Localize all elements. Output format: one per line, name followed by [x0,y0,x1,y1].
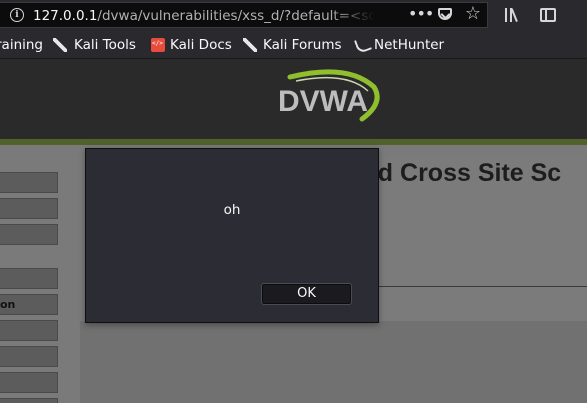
menu-item[interactable] [0,172,58,193]
bookmarks-toolbar: raining Kali Tools Kali Docs Kali Forums… [0,32,587,59]
menu-item[interactable] [0,346,58,367]
pocket-icon[interactable] [438,8,452,20]
bookmark-label: Kali Forums [263,37,342,53]
menu-item[interactable] [0,398,58,403]
lower-content [80,321,587,403]
dvwa-header: DVWA [0,59,587,139]
url-fade [330,5,375,25]
sidebar-toggle-icon[interactable] [540,8,556,22]
alert-message: oh [223,202,241,218]
dvwa-logo-text: DVWA [278,85,368,118]
bookmark-label: Kali Tools [74,37,136,53]
menu-item-partial[interactable]: on [0,294,58,315]
ok-button[interactable]: OK [261,283,352,305]
divider [378,286,587,287]
menu-item[interactable] [0,198,58,219]
left-menu: on [0,145,64,403]
menu-item[interactable] [0,268,58,289]
nethunter-icon [354,36,372,54]
url-text[interactable]: 127.0.0.1/dvwa/vulnerabilities/xss_d/?de… [33,7,373,25]
menu-item[interactable] [0,224,58,245]
page-actions-icon[interactable]: ••• [408,4,434,24]
alert-dialog: oh OK [85,148,379,323]
info-icon[interactable]: i [10,8,24,22]
kali-dragon-icon [243,38,257,52]
bookmark-label: NetHunter [374,37,445,53]
bookmark-label: Kali Docs [170,37,232,53]
dvwa-logo: DVWA [278,69,380,122]
browser-toolbar: i 127.0.0.1/dvwa/vulnerabilities/xss_d/?… [0,0,587,32]
menu-item[interactable] [0,320,58,341]
url-host: 127.0.0.1 [33,8,98,24]
library-icon[interactable] [505,8,523,24]
page-title: sed Cross Site Sc [350,159,562,187]
bookmark-star-icon[interactable]: ☆ [463,4,483,24]
kali-dragon-icon [53,38,67,52]
kali-docs-icon [151,38,165,52]
url-bar[interactable]: i 127.0.0.1/dvwa/vulnerabilities/xss_d/?… [0,2,488,28]
bookmark-label: raining [0,37,44,53]
menu-item[interactable] [0,372,58,393]
